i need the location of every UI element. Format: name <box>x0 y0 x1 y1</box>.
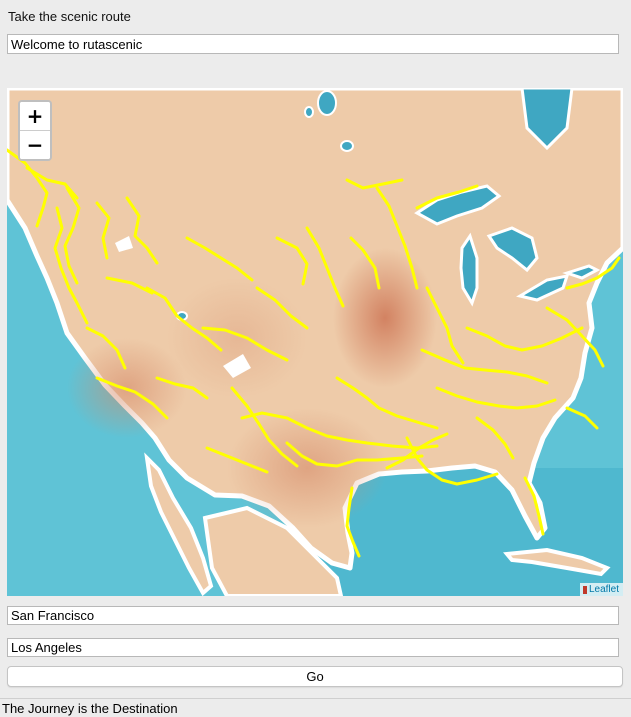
leaflet-flag-icon <box>582 585 587 594</box>
terrain-shading <box>227 408 387 528</box>
terrain-shading <box>333 248 437 388</box>
zoom-control: + − <box>18 100 52 161</box>
heading-label: Take the scenic route <box>8 9 131 24</box>
zoom-out-button[interactable]: − <box>20 130 50 159</box>
terrain-shading <box>167 278 307 398</box>
app-window: Take the scenic route Welcome to rutasce… <box>0 0 631 717</box>
map-attribution: Leaflet <box>579 583 623 596</box>
status-bar: The Journey is the Destination <box>0 698 631 717</box>
destination-field[interactable] <box>7 638 619 657</box>
welcome-field[interactable] <box>7 34 619 54</box>
origin-field[interactable] <box>7 606 619 625</box>
map-view[interactable]: + − Leaflet <box>7 88 623 596</box>
status-text: The Journey is the Destination <box>2 701 178 716</box>
attribution-link[interactable]: Leaflet <box>589 584 619 595</box>
go-button[interactable]: Go <box>7 666 623 687</box>
zoom-in-button[interactable]: + <box>20 102 50 130</box>
map-canvas[interactable] <box>7 88 623 596</box>
